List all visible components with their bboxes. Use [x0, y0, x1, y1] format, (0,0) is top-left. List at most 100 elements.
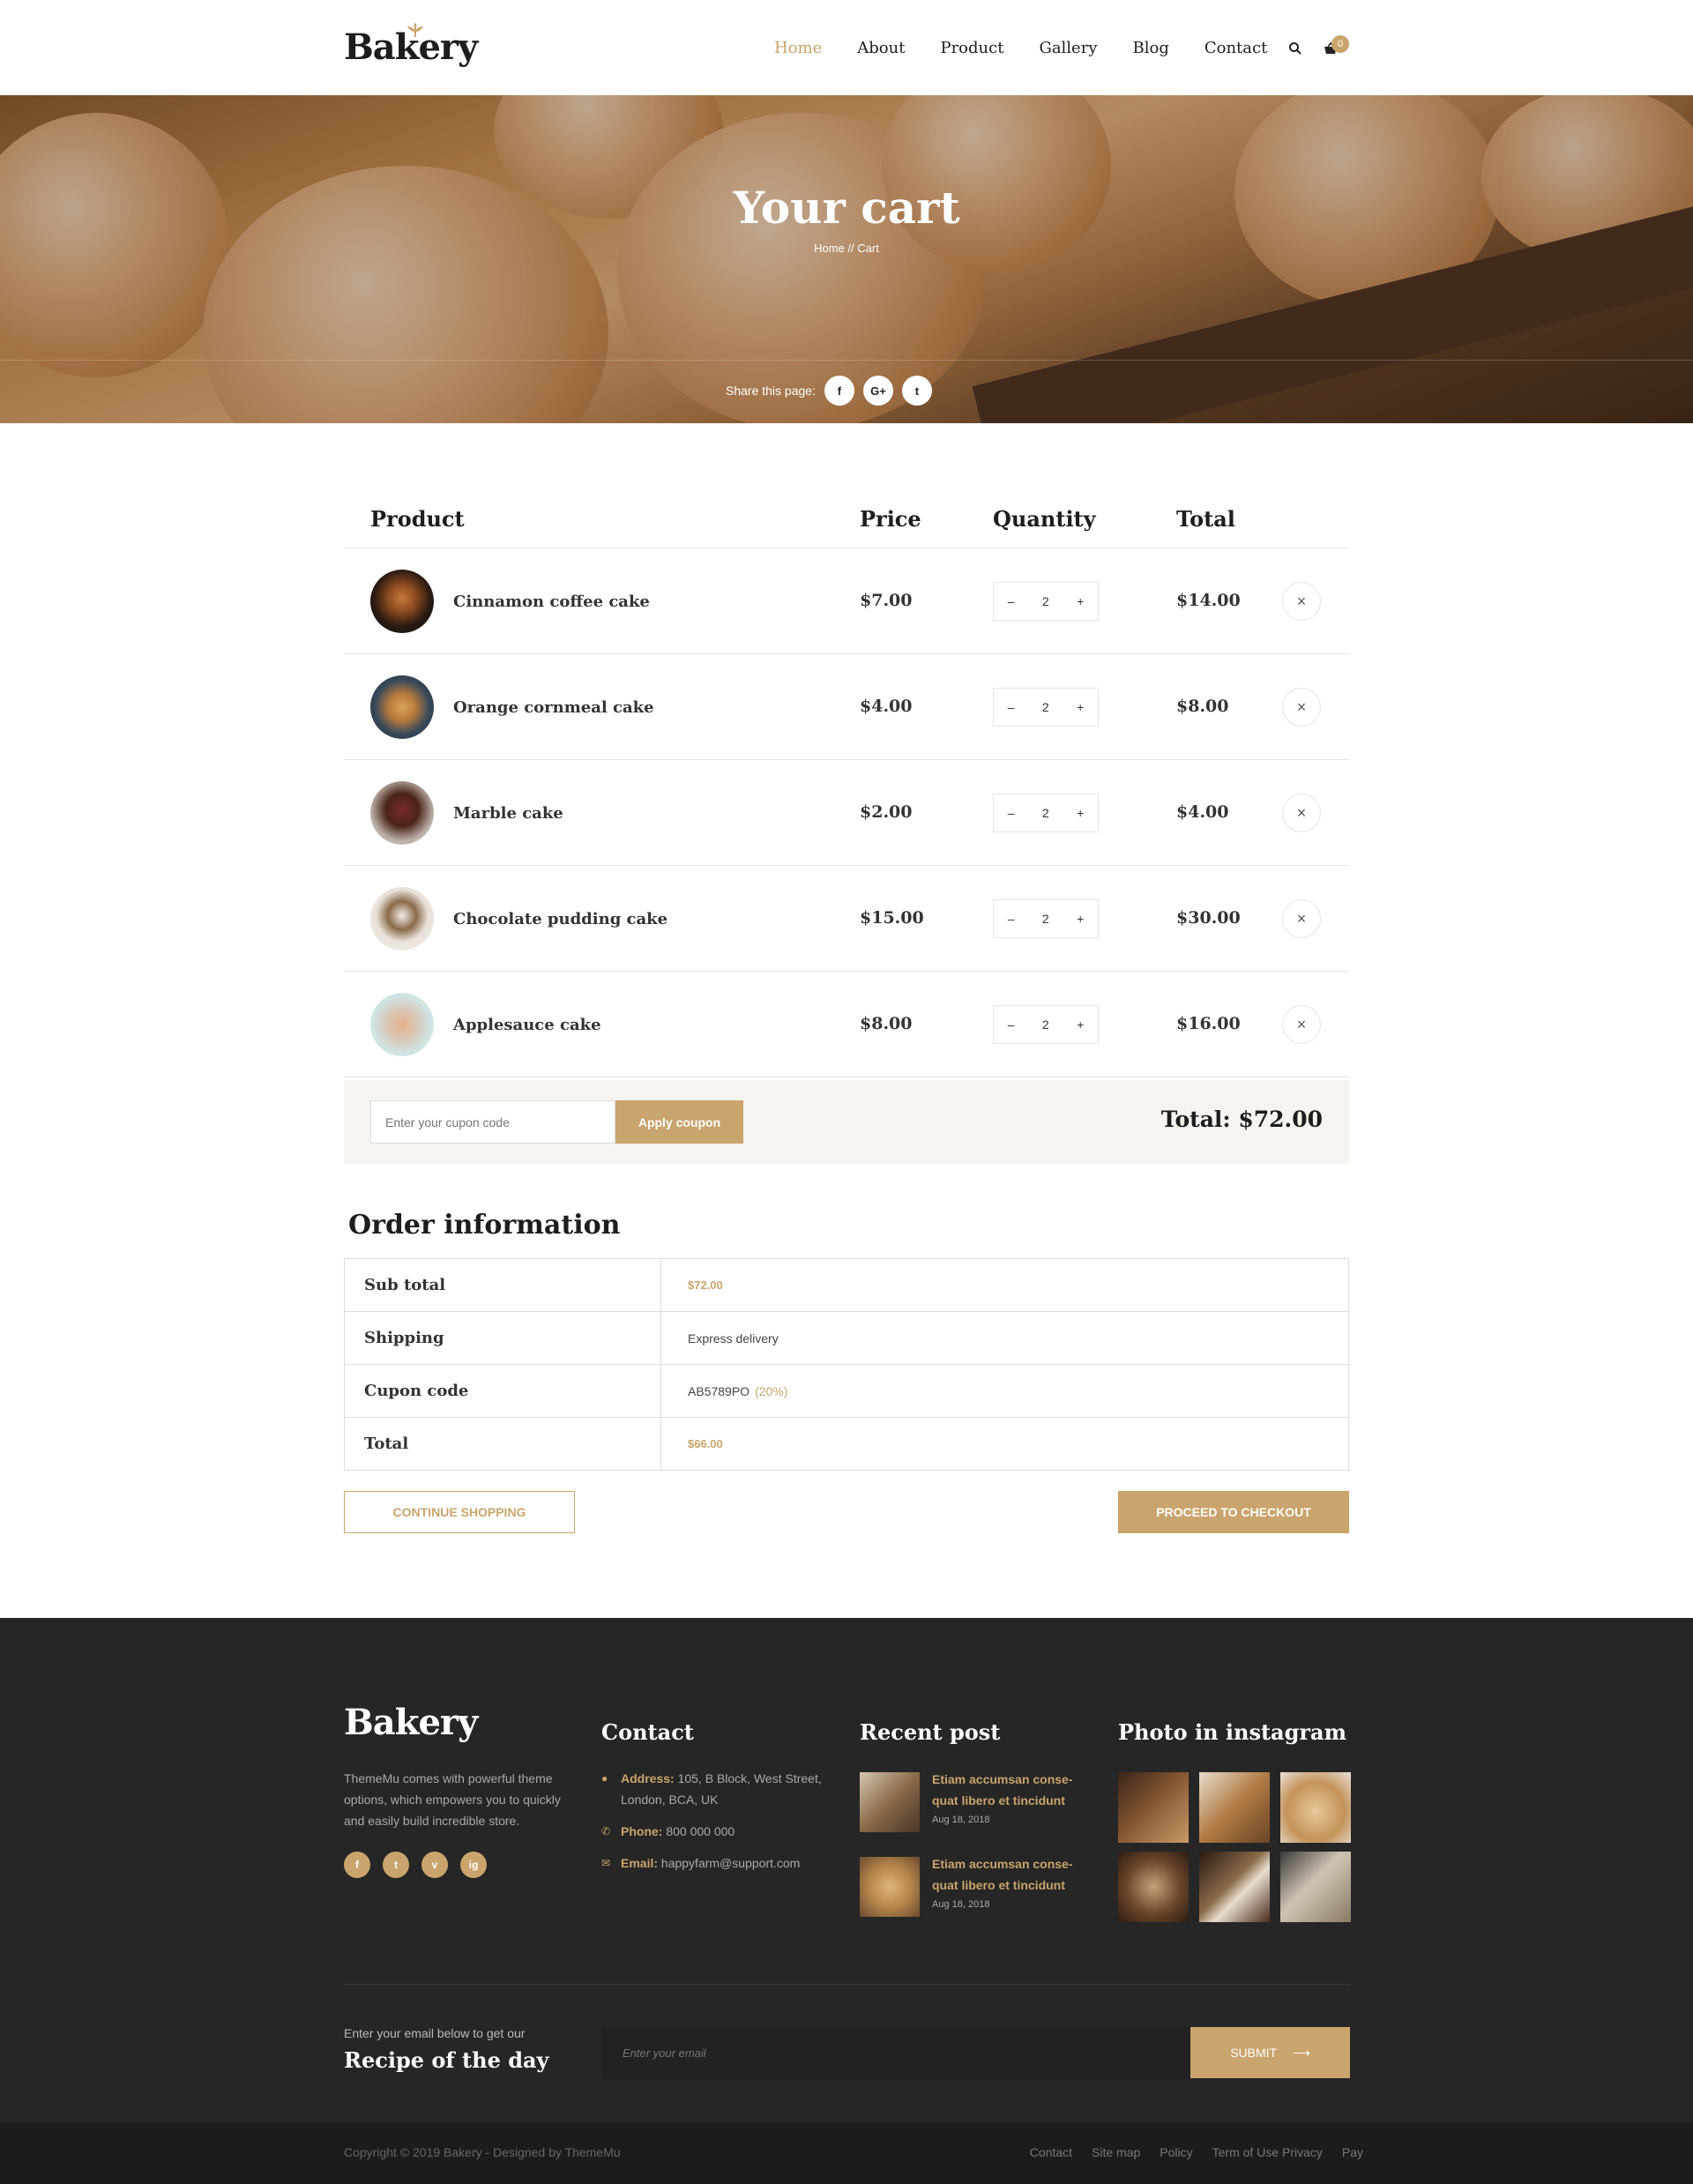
- increase-button[interactable]: +: [1077, 700, 1084, 714]
- contact-address: ● Address: 105, B Block, West Street, Lo…: [601, 1768, 839, 1810]
- recent-post[interactable]: Etiam accumsan conse-quat libero et tinc…: [860, 1853, 1089, 1920]
- nav-home[interactable]: Home: [774, 39, 822, 57]
- vimeo-icon[interactable]: v: [421, 1852, 448, 1878]
- quantity-value[interactable]: 2: [1042, 806, 1049, 820]
- apply-coupon-button[interactable]: Apply coupon: [615, 1100, 743, 1144]
- instagram-photo[interactable]: [1118, 1852, 1189, 1922]
- footer-socials: f t v ig: [344, 1852, 499, 1878]
- close-icon: ×: [1296, 803, 1307, 822]
- product-thumbnail[interactable]: [370, 887, 434, 950]
- decrease-button[interactable]: –: [1008, 594, 1015, 608]
- line-total: $30.00: [1176, 908, 1241, 928]
- product-name[interactable]: Applesauce cake: [453, 1016, 601, 1034]
- footer-link-policy[interactable]: Policy: [1160, 2145, 1192, 2159]
- quantity-value[interactable]: 2: [1042, 912, 1049, 926]
- post-date: Aug 18, 2018: [932, 1815, 990, 1825]
- address-label: Address:: [621, 1771, 675, 1785]
- quantity-value[interactable]: 2: [1042, 1017, 1049, 1032]
- arrow-right-icon: ⟶: [1292, 2045, 1310, 2060]
- nav-about[interactable]: About: [857, 39, 905, 57]
- table-row: Cupon code AB5789PO (20%): [344, 1364, 1349, 1418]
- footer-link-terms[interactable]: Term of Use Privacy: [1212, 2145, 1323, 2159]
- coupon-input[interactable]: [370, 1100, 615, 1144]
- recent-post[interactable]: Etiam accumsan conse-quat libero et tinc…: [860, 1769, 1089, 1836]
- product-thumbnail[interactable]: [370, 781, 434, 845]
- quantity-stepper: – 2 +: [993, 899, 1099, 938]
- instagram-photo[interactable]: [1280, 1772, 1351, 1843]
- map-pin-icon: ●: [601, 1772, 608, 1785]
- nav-blog[interactable]: Blog: [1133, 39, 1169, 57]
- twitter-icon[interactable]: t: [383, 1852, 409, 1878]
- increase-button[interactable]: +: [1077, 806, 1084, 820]
- product-thumbnail[interactable]: [370, 570, 434, 633]
- remove-item-button[interactable]: ×: [1282, 899, 1321, 938]
- instagram-photo[interactable]: [1118, 1772, 1189, 1843]
- quantity-value[interactable]: 2: [1042, 594, 1049, 608]
- breadcrumb[interactable]: Home // Cart: [0, 242, 1693, 255]
- newsletter-submit-button[interactable]: SUBMIT ⟶: [1190, 2027, 1350, 2078]
- remove-item-button[interactable]: ×: [1282, 794, 1321, 832]
- instagram-photo[interactable]: [1199, 1772, 1270, 1843]
- site-logo[interactable]: Bakery: [344, 23, 478, 68]
- col-header-quantity: Quantity: [993, 506, 1096, 532]
- newsletter-email-input[interactable]: [602, 2027, 1190, 2078]
- twitter-icon[interactable]: t: [901, 376, 932, 406]
- instagram-grid: [1118, 1772, 1351, 1922]
- col-header-total: Total: [1176, 506, 1235, 532]
- footer-link-pay[interactable]: Pay: [1342, 2145, 1363, 2159]
- newsletter-title: Recipe of the day: [344, 2047, 549, 2073]
- order-info-title: Order information: [348, 1210, 621, 1241]
- continue-shopping-button[interactable]: CONTINUE SHOPPING: [344, 1491, 575, 1533]
- remove-item-button[interactable]: ×: [1282, 582, 1321, 621]
- decrease-button[interactable]: –: [1008, 806, 1015, 820]
- close-icon: ×: [1296, 697, 1307, 716]
- nav-gallery[interactable]: Gallery: [1039, 39, 1097, 57]
- remove-item-button[interactable]: ×: [1282, 1005, 1321, 1044]
- increase-button[interactable]: +: [1077, 912, 1084, 926]
- increase-button[interactable]: +: [1077, 594, 1084, 608]
- quantity-value[interactable]: 2: [1042, 700, 1049, 714]
- instagram-icon[interactable]: ig: [460, 1852, 487, 1878]
- footer-logo[interactable]: Bakery: [344, 1702, 478, 1743]
- google-plus-icon[interactable]: G+: [862, 376, 893, 406]
- footer-contact-title: Contact: [601, 1719, 694, 1745]
- footer-link-contact[interactable]: Contact: [1030, 2145, 1072, 2159]
- post-thumbnail[interactable]: [860, 1857, 920, 1917]
- decrease-button[interactable]: –: [1008, 700, 1015, 714]
- post-title[interactable]: Etiam accumsan conse-quat libero et tinc…: [932, 1853, 1091, 1896]
- product-price: $8.00: [860, 1014, 913, 1033]
- search-icon[interactable]: [1287, 41, 1303, 56]
- post-title[interactable]: Etiam accumsan conse-quat libero et tinc…: [932, 1769, 1091, 1811]
- instagram-photo[interactable]: [1199, 1852, 1270, 1922]
- hero-overlay: [0, 95, 1693, 423]
- facebook-icon[interactable]: f: [344, 1852, 370, 1878]
- close-icon: ×: [1296, 909, 1307, 928]
- product-name[interactable]: Chocolate pudding cake: [453, 910, 668, 928]
- product-thumbnail[interactable]: [370, 675, 434, 739]
- footer-link-sitemap[interactable]: Site map: [1092, 2145, 1140, 2159]
- instagram-photo[interactable]: [1280, 1852, 1351, 1922]
- decrease-button[interactable]: –: [1008, 1017, 1015, 1032]
- product-name[interactable]: Orange cornmeal cake: [453, 698, 654, 717]
- subtotal-value: $72.00: [660, 1258, 1349, 1312]
- footer-contact: ● Address: 105, B Block, West Street, Lo…: [601, 1768, 839, 1884]
- envelope-icon: ✉: [601, 1857, 611, 1869]
- page-title: Your cart: [733, 182, 960, 234]
- post-thumbnail[interactable]: [860, 1772, 920, 1832]
- product-price: $2.00: [860, 802, 913, 822]
- remove-item-button[interactable]: ×: [1282, 688, 1321, 727]
- product-thumbnail[interactable]: [370, 993, 434, 1056]
- decrease-button[interactable]: –: [1008, 912, 1015, 926]
- product-name[interactable]: Cinnamon coffee cake: [453, 593, 650, 611]
- increase-button[interactable]: +: [1077, 1017, 1084, 1032]
- phone-icon: ✆: [601, 1825, 611, 1837]
- close-icon: ×: [1296, 592, 1307, 610]
- email-value[interactable]: happyfarm@support.com: [661, 1856, 800, 1870]
- nav-product[interactable]: Product: [940, 39, 1003, 57]
- product-name[interactable]: Marble cake: [453, 804, 563, 823]
- line-total: $8.00: [1176, 697, 1229, 716]
- facebook-icon[interactable]: f: [824, 376, 854, 406]
- nav-contact[interactable]: Contact: [1204, 39, 1267, 57]
- order-total-value: $66.00: [660, 1417, 1349, 1471]
- proceed-to-checkout-button[interactable]: PROCEED TO CHECKOUT: [1118, 1491, 1349, 1533]
